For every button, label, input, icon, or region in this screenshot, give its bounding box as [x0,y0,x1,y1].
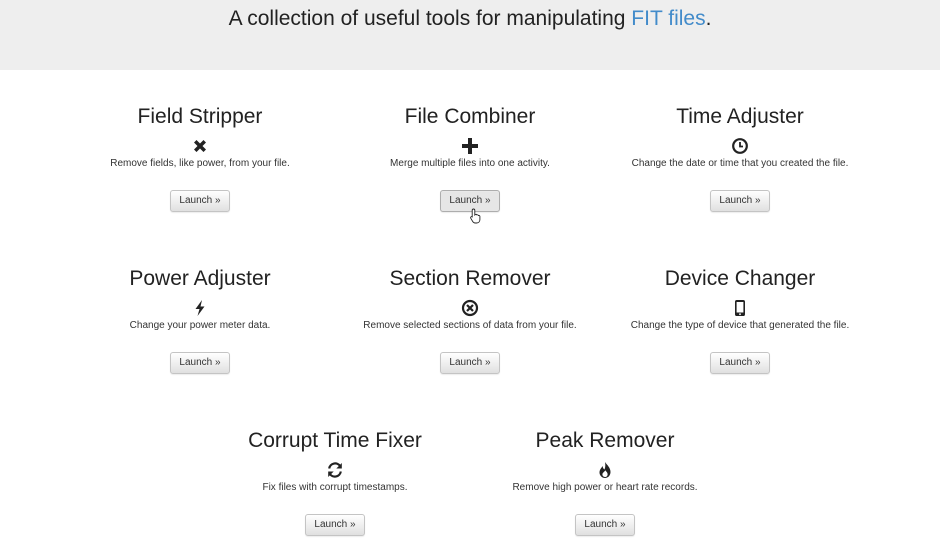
flash-icon [191,299,209,317]
fire-icon [596,461,614,479]
fit-files-link[interactable]: FIT files [631,7,705,30]
tool-power-adjuster: Power Adjuster Change your power meter d… [65,267,335,374]
tool-title: Field Stripper [137,105,263,128]
tool-corrupt-time-fixer: Corrupt Time Fixer Fix files with corrup… [200,429,470,536]
tool-title: Power Adjuster [129,267,271,290]
tool-description: Change your power meter data. [129,320,271,331]
hero-banner: A collection of useful tools for manipul… [0,0,940,70]
tool-description: Change the type of device that generated… [630,320,850,331]
tool-time-adjuster: Time Adjuster Change the date or time th… [605,105,875,212]
launch-button-time-adjuster[interactable]: Launch » [710,190,770,212]
hero-text: A collection of useful tools for manipul… [0,6,940,32]
tool-title: Section Remover [389,267,551,290]
tool-description: Remove high power or heart rate records. [512,482,698,493]
tool-title: Corrupt Time Fixer [248,429,422,452]
launch-button-device-changer[interactable]: Launch » [710,352,770,374]
tool-device-changer: Device Changer Change the type of device… [605,267,875,374]
tool-description: Fix files with corrupt timestamps. [262,482,408,493]
plus-icon [461,137,479,155]
phone-icon [731,299,749,317]
launch-button-field-stripper[interactable]: Launch » [170,190,230,212]
hand-pointer-cursor-icon [470,208,482,224]
tool-section-remover: Section Remover Remove selected sections… [335,267,605,374]
clock-icon [731,137,749,155]
tool-peak-remover: Peak Remover Remove high power or heart … [470,429,740,536]
hero-text-prefix: A collection of useful tools for manipul… [228,7,632,30]
launch-button-power-adjuster[interactable]: Launch » [170,352,230,374]
launch-button-corrupt-time-fixer[interactable]: Launch » [305,514,365,536]
tool-title: Peak Remover [535,429,675,452]
tool-description: Merge multiple files into one activity. [390,158,550,169]
tool-description: Remove fields, like power, from your fil… [110,158,290,169]
remove-circle-icon [461,299,479,317]
launch-button-section-remover[interactable]: Launch » [440,352,500,374]
tool-title: Device Changer [664,267,816,290]
tool-description: Remove selected sections of data from yo… [363,320,577,331]
launch-button-peak-remover[interactable]: Launch » [575,514,635,536]
times-icon [191,137,209,155]
tool-description: Change the date or time that you created… [631,158,849,169]
tool-title: File Combiner [404,105,536,128]
refresh-icon [326,461,344,479]
tool-file-combiner: File Combiner Merge multiple files into … [335,105,605,212]
tool-field-stripper: Field Stripper Remove fields, like power… [65,105,335,212]
tool-title: Time Adjuster [676,105,804,128]
hero-text-suffix: . [705,7,712,30]
